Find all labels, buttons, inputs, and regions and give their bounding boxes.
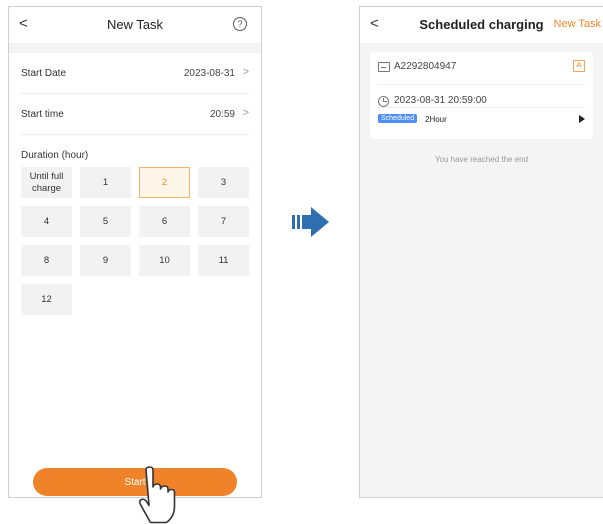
duration-label: Duration (hour) [21, 150, 89, 161]
new-task-screen: < New Task ? Start Date 2023-08-31 > Sta… [8, 6, 262, 498]
new-task-button[interactable]: New Task [554, 18, 601, 30]
charger-row: A2292804947 A [378, 60, 585, 82]
divider [9, 43, 261, 53]
page-title: New Task [106, 17, 164, 32]
duration-option[interactable]: 5 [80, 206, 131, 237]
play-icon[interactable] [579, 115, 585, 123]
duration-option[interactable]: 3 [198, 167, 249, 198]
task-card[interactable]: A2292804947 A 2023-08-31 20:59:00 Schedu… [370, 52, 593, 139]
task-duration: 2Hour [425, 115, 447, 124]
header: < New Task ? [9, 7, 261, 43]
duration-option[interactable]: 1 [80, 167, 131, 198]
duration-option[interactable]: 8 [21, 245, 72, 276]
duration-option[interactable]: Until full charge [21, 167, 72, 198]
duration-option[interactable]: 11 [198, 245, 249, 276]
start-date-value: 2023-08-31 [183, 68, 235, 79]
start-time-row[interactable]: Start time 20:59 > [21, 94, 249, 135]
duration-option[interactable]: 7 [198, 206, 249, 237]
status-badge: Scheduled [378, 114, 418, 123]
task-datetime: 2023-08-31 20:59:00 [394, 95, 487, 106]
start-date-label: Start Date [21, 68, 67, 79]
duration-option[interactable]: 9 [80, 245, 131, 276]
chevron-right-icon: > [242, 66, 249, 78]
duration-option[interactable]: 4 [21, 206, 72, 237]
charger-id: A2292804947 [394, 61, 457, 72]
start-date-row[interactable]: Start Date 2023-08-31 > [21, 53, 249, 94]
clock-icon [378, 96, 389, 107]
header: < Scheduled charging New Task [360, 7, 603, 43]
start-time-value: 20:59 [209, 109, 235, 120]
end-of-list-text: You have reached the end [434, 155, 529, 164]
chevron-right-icon: > [242, 107, 249, 119]
start-time-label: Start time [21, 109, 64, 120]
status-row: Scheduled 2Hour [378, 112, 585, 132]
duration-option[interactable]: 12 [21, 284, 72, 315]
duration-option[interactable]: 10 [139, 245, 190, 276]
flow-arrow-icon [292, 207, 329, 237]
card-icon [378, 62, 390, 72]
duration-option[interactable]: 2 [139, 167, 190, 198]
connector-badge: A [573, 60, 585, 72]
duration-option[interactable]: 6 [139, 206, 190, 237]
help-icon[interactable]: ? [233, 17, 247, 31]
hand-pointer-icon [138, 466, 176, 524]
datetime-row: 2023-08-31 20:59:00 [378, 84, 585, 108]
scheduled-charging-screen: < Scheduled charging New Task A229280494… [359, 6, 603, 498]
duration-grid: Until full charge 1 2 3 4 5 6 7 8 9 10 1… [21, 167, 249, 315]
